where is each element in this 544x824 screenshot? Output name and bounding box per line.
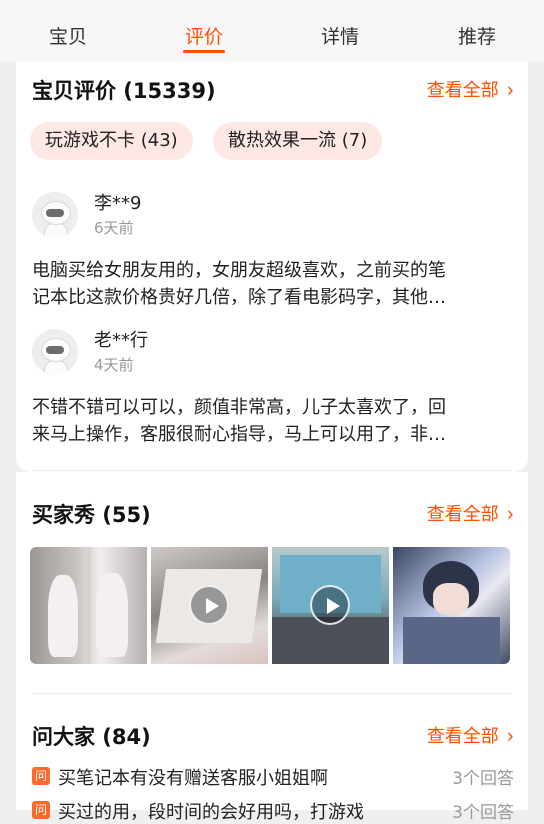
review-time: 4天前 [94,356,134,374]
review-line: 不错不错可以可以，颜值非常高，儿子太喜欢了，回 [32,397,446,418]
review-text[interactable]: 不错不错可以可以，颜值非常高，儿子太喜欢了，回 来马上操作，客服很耐心指导，马上… [32,394,512,448]
question-text: 买过的用，段时间的会好用吗，打游戏 [58,802,364,823]
review-time: 6天前 [94,219,134,237]
reviews-title: 宝贝评价 (15339) [32,79,216,103]
buyer-photo[interactable] [30,547,147,664]
avatar[interactable] [32,192,78,238]
tab-reviews[interactable]: 评价 [164,22,244,49]
question-item[interactable]: 问 买笔记本有没有赠送客服小姐姐啊 3个回答 [32,764,514,790]
question-icon: 问 [32,767,50,785]
chevron-right-icon: › [506,501,514,528]
buyer-show-title: 买家秀 (55) [32,503,151,527]
ask-all-see-all-button[interactable]: 查看全部 › [426,722,514,750]
reviewer-name: 李**9 [94,193,142,214]
divider [32,470,512,471]
reviewer-name: 老**行 [94,330,148,351]
review-line: 电脑买给女朋友用的，女朋友超级喜欢，之前买的笔 [32,260,446,281]
tab-bar: 宝贝 评价 详情 推荐 [0,0,544,62]
ask-all-card: 问大家 (84) 查看全部 › 问 买笔记本有没有赠送客服小姐姐啊 3个回答 问 … [16,694,528,823]
reviews-card: 宝贝评价 (15339) 查看全部 › 玩游戏不卡 (43) 散热效果一流 (7)… [16,62,528,472]
see-all-label: 查看全部 [426,726,499,747]
play-icon[interactable] [310,585,350,625]
tag-chip[interactable]: 玩游戏不卡 (43) [30,122,193,160]
reviews-see-all-button[interactable]: 查看全部 › [426,76,514,104]
chevron-right-icon: › [506,723,514,750]
question-item[interactable]: 问 买过的用，段时间的会好用吗，打游戏 3个回答 [32,798,514,824]
tab-details[interactable]: 详情 [300,22,380,49]
question-icon: 问 [32,801,50,819]
review-line: 来马上操作，客服很耐心指导，马上可以用了，非… [32,424,446,445]
see-all-label: 查看全部 [426,80,499,101]
see-all-label: 查看全部 [426,504,499,525]
buyer-video[interactable] [151,547,268,664]
chevron-right-icon: › [506,77,514,104]
review-text[interactable]: 电脑买给女朋友用的，女朋友超级喜欢，之前买的笔 记本比这款价格贵好几倍，除了看电… [32,257,512,311]
play-icon[interactable] [189,585,229,625]
tag-chip[interactable]: 散热效果一流 (7) [213,122,383,160]
buyer-photo[interactable] [393,547,510,664]
answer-count: 3个回答 [452,803,514,823]
buyer-video[interactable] [272,547,389,664]
review-line: 记本比这款价格贵好几倍，除了看电影码字，其他… [32,287,446,308]
buyer-show-see-all-button[interactable]: 查看全部 › [426,500,514,528]
avatar[interactable] [32,329,78,375]
answer-count: 3个回答 [452,769,514,789]
active-tab-indicator [183,50,225,53]
tab-baobei[interactable]: 宝贝 [28,22,108,49]
question-text: 买笔记本有没有赠送客服小姐姐啊 [58,768,328,789]
ask-all-title: 问大家 (84) [32,725,151,749]
buyer-show-card: 买家秀 (55) 查看全部 › [16,472,528,694]
tab-recommend[interactable]: 推荐 [437,22,517,49]
